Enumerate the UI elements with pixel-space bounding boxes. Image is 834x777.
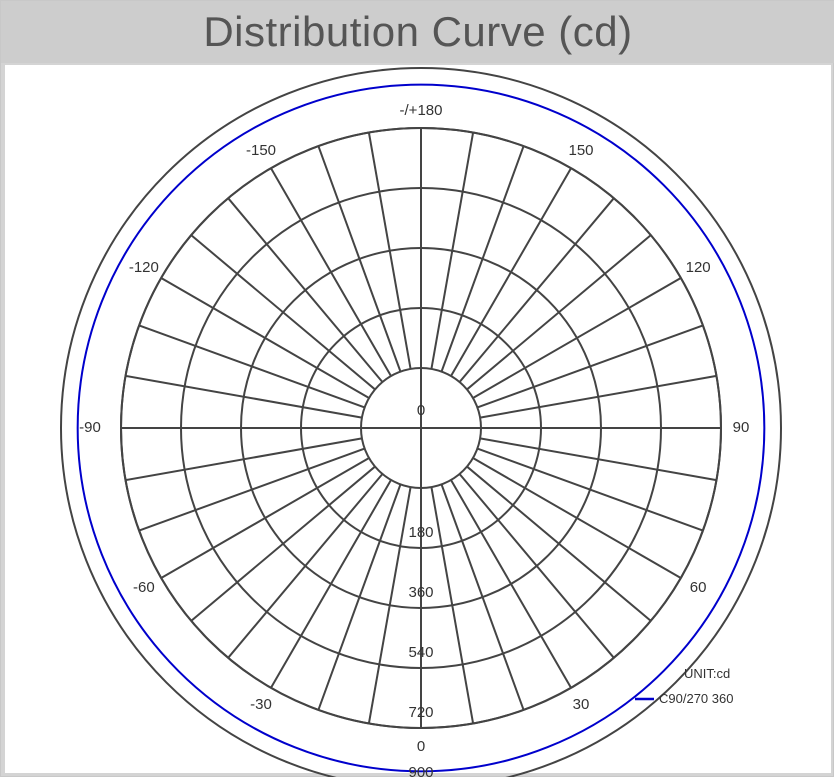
polar-chart: 0 30 60 90 120 150 -/+180 -150 -120 -90 -60 -30 0 180… bbox=[60, 67, 782, 777]
angle-label-90: 90 bbox=[733, 419, 750, 436]
angle-label--30: -30 bbox=[250, 696, 272, 713]
angle-label--120: -120 bbox=[129, 259, 159, 276]
angle-label-180: -/+180 bbox=[400, 102, 443, 119]
legend: UNIT:cd C90/270 360 bbox=[635, 666, 733, 706]
radial-label-0: 0 bbox=[417, 402, 425, 419]
polar-grid bbox=[60, 67, 782, 777]
radial-label-540: 540 bbox=[408, 644, 433, 661]
angle-label-150: 150 bbox=[568, 142, 593, 159]
angle-label-120: 120 bbox=[686, 259, 711, 276]
unit-label: UNIT:cd bbox=[684, 666, 730, 681]
radial-label-900: 900 bbox=[408, 764, 433, 777]
angle-label--60: -60 bbox=[133, 579, 155, 596]
angle-label-0: 0 bbox=[417, 738, 425, 755]
angle-label-60: 60 bbox=[690, 579, 707, 596]
legend-label-0: C90/270 360 bbox=[659, 691, 733, 706]
angle-label--90: -90 bbox=[79, 419, 101, 436]
radial-label-360: 360 bbox=[408, 584, 433, 601]
angle-label-30: 30 bbox=[573, 696, 590, 713]
angle-label--150: -150 bbox=[246, 142, 276, 159]
label-layer: 0 30 60 90 120 150 -/+180 -150 -120 -90 -60 -30 0 180… bbox=[79, 102, 749, 777]
radial-label-180: 180 bbox=[408, 524, 433, 541]
radial-label-720: 720 bbox=[408, 704, 433, 721]
